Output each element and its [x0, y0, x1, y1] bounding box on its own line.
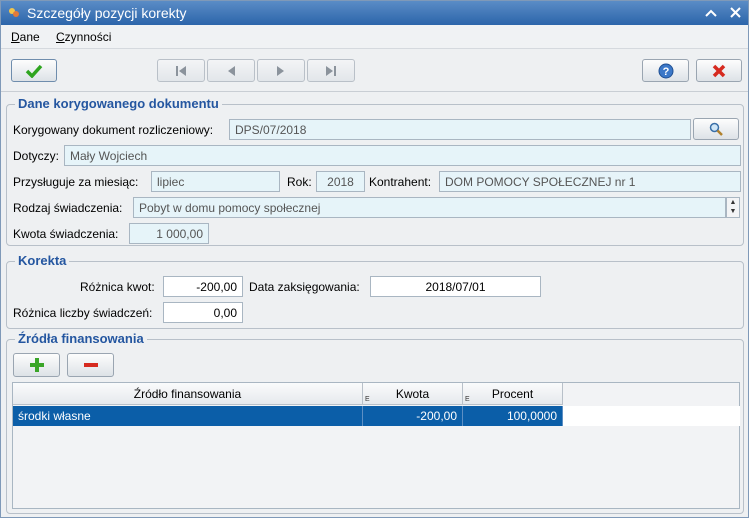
roznica-liczby-field[interactable]: 0,00: [163, 302, 243, 323]
cell-kwota[interactable]: -200,00: [363, 406, 463, 426]
data-label: Data zaksięgowania:: [249, 280, 360, 294]
roznica-kwot-field[interactable]: -200,00: [163, 276, 243, 297]
dialog-window: Szczegóły pozycji korekty Dane Czynności…: [0, 0, 749, 518]
last-record-icon: [326, 65, 336, 76]
zrodla-group-title: Źródła finansowania: [15, 331, 147, 346]
spin-down-icon[interactable]: ▼: [727, 207, 739, 216]
previous-record-icon: [228, 65, 235, 76]
korekta-group-title: Korekta: [15, 253, 70, 268]
menu-dane[interactable]: Dane: [11, 30, 40, 44]
dotyczy-field[interactable]: Mały Wojciech: [64, 145, 741, 166]
column-header-kwota[interactable]: E Kwota: [363, 383, 463, 405]
app-icon: [9, 8, 19, 17]
close-icon[interactable]: [725, 3, 745, 23]
next-record-icon: [277, 65, 284, 76]
search-document-button[interactable]: [693, 118, 739, 140]
miesiac-field[interactable]: lipiec: [151, 171, 280, 192]
confirm-button[interactable]: [11, 59, 57, 82]
cell-procent[interactable]: 100,0000: [463, 406, 563, 426]
menu-czynnosci[interactable]: Czynności: [56, 30, 111, 44]
column-header-zrodlo[interactable]: Źródło finansowania: [13, 383, 363, 405]
kwota-field[interactable]: 1 000,00: [129, 223, 209, 244]
dotyczy-label: Dotyczy:: [13, 149, 60, 163]
previous-record-button[interactable]: [207, 59, 255, 82]
next-record-button[interactable]: [257, 59, 305, 82]
kwota-label: Kwota świadczenia:: [13, 227, 119, 241]
roznica-kwot-label: Różnica kwot:: [80, 280, 155, 294]
svg-text:?: ?: [662, 66, 669, 78]
first-record-icon: [176, 65, 186, 76]
kontrahent-label: Kontrahent:: [369, 175, 432, 189]
collapse-icon[interactable]: [701, 3, 721, 23]
add-zrodlo-button[interactable]: [13, 353, 60, 377]
table-row-filler: [563, 406, 740, 426]
toolbar: ?: [1, 50, 748, 92]
cell-zrodlo[interactable]: środki własne: [13, 406, 363, 426]
rodzaj-spinner[interactable]: ▲ ▼: [726, 197, 740, 218]
cancel-icon: [712, 64, 726, 77]
rodzaj-label: Rodzaj świadczenia:: [13, 201, 123, 215]
kontrahent-field[interactable]: DOM POMOCY SPOŁECZNEJ nr 1: [439, 171, 741, 192]
document-group-title: Dane korygowanego dokumentu: [15, 96, 222, 111]
column-header-procent[interactable]: E Procent: [463, 383, 563, 405]
document-field[interactable]: DPS/07/2018: [229, 119, 691, 140]
table-row[interactable]: środki własne -200,00 100,0000: [13, 406, 563, 426]
first-record-button[interactable]: [157, 59, 205, 82]
title-bar: Szczegóły pozycji korekty: [1, 1, 748, 25]
menu-bar: Dane Czynności: [1, 25, 748, 49]
last-record-button[interactable]: [307, 59, 355, 82]
cancel-button[interactable]: [696, 59, 742, 82]
checkmark-icon: [25, 64, 43, 78]
rok-label: Rok:: [287, 175, 312, 189]
help-button[interactable]: ?: [642, 59, 689, 82]
data-field[interactable]: 2018/07/01: [370, 276, 541, 297]
miesiac-label: Przysługuje za miesiąc:: [13, 175, 139, 189]
document-label: Korygowany dokument rozliczeniowy:: [13, 123, 214, 137]
editable-marker: E: [465, 396, 470, 403]
rok-field[interactable]: 2018: [316, 171, 365, 192]
roznica-liczby-label: Różnica liczby świadczeń:: [13, 306, 153, 320]
spin-up-icon[interactable]: ▲: [727, 198, 739, 207]
help-icon: ?: [658, 63, 673, 78]
editable-marker: E: [365, 396, 370, 403]
minus-icon: [83, 363, 98, 367]
rodzaj-field[interactable]: Pobyt w domu pomocy społecznej: [133, 197, 726, 218]
search-icon: [709, 122, 723, 136]
remove-zrodlo-button[interactable]: [67, 353, 114, 377]
window-title: Szczegóły pozycji korekty: [27, 5, 187, 21]
plus-icon: [29, 358, 44, 372]
zrodla-table: Źródło finansowania E Kwota E Procent śr…: [12, 382, 740, 509]
